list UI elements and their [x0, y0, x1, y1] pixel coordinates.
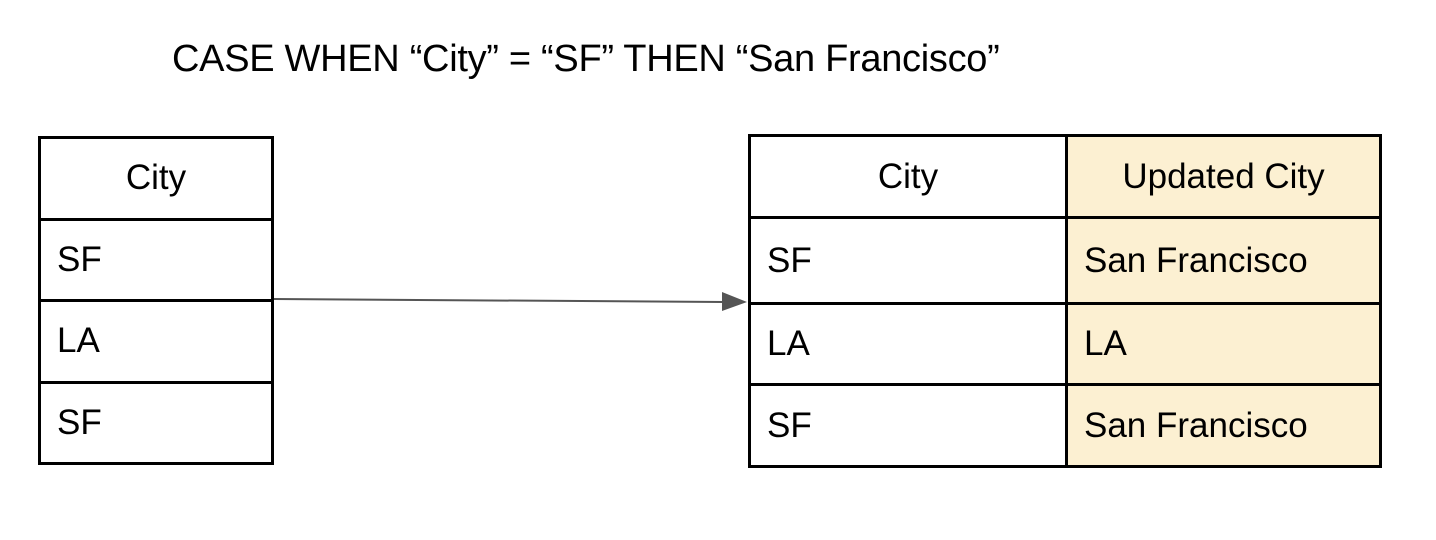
arrow-head-icon [722, 292, 747, 311]
result-cell-city: SF [748, 383, 1068, 468]
result-header-city: City [748, 134, 1068, 219]
result-cell-city: LA [748, 302, 1068, 386]
result-cell-city: SF [748, 216, 1068, 305]
result-cell-updated-city: San Francisco [1065, 216, 1382, 305]
result-cell-updated-city: San Francisco [1065, 383, 1382, 468]
result-table: City Updated City SF San Francisco LA LA… [748, 134, 1382, 468]
table-row: SF San Francisco [748, 216, 1382, 305]
table-row: LA LA [748, 302, 1382, 386]
arrow-line [273, 298, 725, 303]
result-cell-updated-city: LA [1065, 302, 1382, 386]
table-row: SF San Francisco [748, 383, 1382, 468]
result-header-updated-city: Updated City [1065, 134, 1382, 219]
